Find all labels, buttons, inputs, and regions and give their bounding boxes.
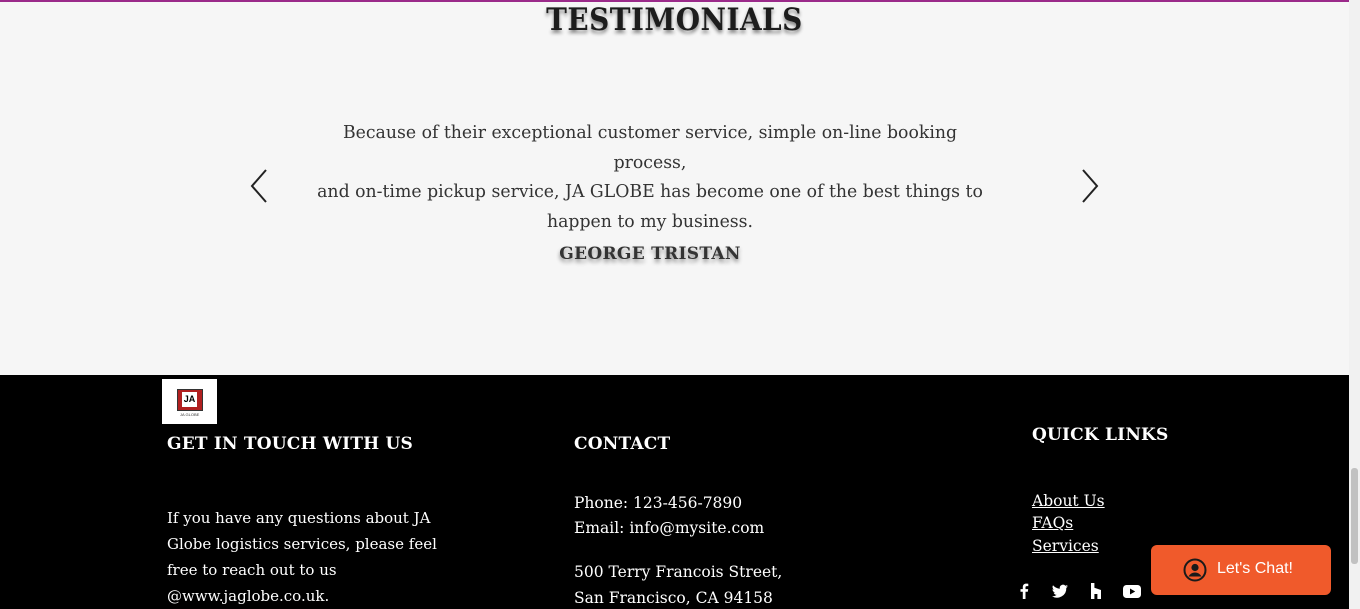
youtube-icon[interactable] <box>1121 580 1143 602</box>
get-in-touch-text: If you have any questions about JA Globe… <box>167 505 447 609</box>
scrollbar-thumb[interactable] <box>1351 468 1358 564</box>
logo-text: JA <box>182 392 197 407</box>
chat-label: Let's Chat! <box>1217 560 1293 577</box>
site-footer: JA JA GLOBE GET IN TOUCH WITH US If you … <box>0 375 1349 609</box>
testimonials-title: TESTIMONIALS <box>546 2 803 38</box>
contact-address-line2: San Francisco, CA 94158 <box>574 589 773 607</box>
chevron-left-icon <box>250 169 267 203</box>
company-logo[interactable]: JA JA GLOBE <box>162 379 217 424</box>
next-arrow-button[interactable] <box>1080 168 1100 204</box>
twitter-icon[interactable] <box>1049 580 1071 602</box>
quote-line: happen to my business. <box>546 210 754 232</box>
chevron-right-icon <box>1082 169 1099 203</box>
link-services[interactable]: Services <box>1032 537 1099 555</box>
link-about-us[interactable]: About Us <box>1032 492 1105 510</box>
logo-tagline: JA GLOBE <box>180 412 200 417</box>
testimonial-author: GEORGE TRISTAN <box>559 244 741 264</box>
chat-button[interactable]: Let's Chat! <box>1151 545 1331 595</box>
user-avatar-icon <box>1183 558 1207 582</box>
previous-arrow-button[interactable] <box>249 168 269 204</box>
link-faqs[interactable]: FAQs <box>1032 514 1073 532</box>
quote-line: and on-time pickup service, JA GLOBE has… <box>317 181 983 202</box>
contact-email[interactable]: Email: info@mysite.com <box>574 519 764 537</box>
facebook-icon[interactable] <box>1013 580 1035 602</box>
testimonial-quote: Because of their exceptional customer se… <box>314 118 986 236</box>
houzz-icon[interactable] <box>1085 580 1107 602</box>
get-in-touch-heading: GET IN TOUCH WITH US <box>167 434 414 454</box>
testimonials-section: TESTIMONIALS Because of their exceptiona… <box>0 2 1349 375</box>
text-line: Globe logistics services, please feel <box>167 535 437 553</box>
text-line: @www.jaglobe.co.uk. <box>167 587 330 605</box>
text-line: If you have any questions about JA <box>167 509 431 527</box>
text-line: free to reach out to us <box>167 561 337 579</box>
logo-mark: JA <box>177 389 203 411</box>
quick-links-heading: QUICK LINKS <box>1032 425 1169 445</box>
contact-phone: Phone: 123-456-7890 <box>574 494 743 512</box>
quote-line: Because of their exceptional customer se… <box>342 122 958 173</box>
contact-heading: CONTACT <box>574 434 671 454</box>
contact-address-line1: 500 Terry Francois Street, <box>574 563 783 581</box>
